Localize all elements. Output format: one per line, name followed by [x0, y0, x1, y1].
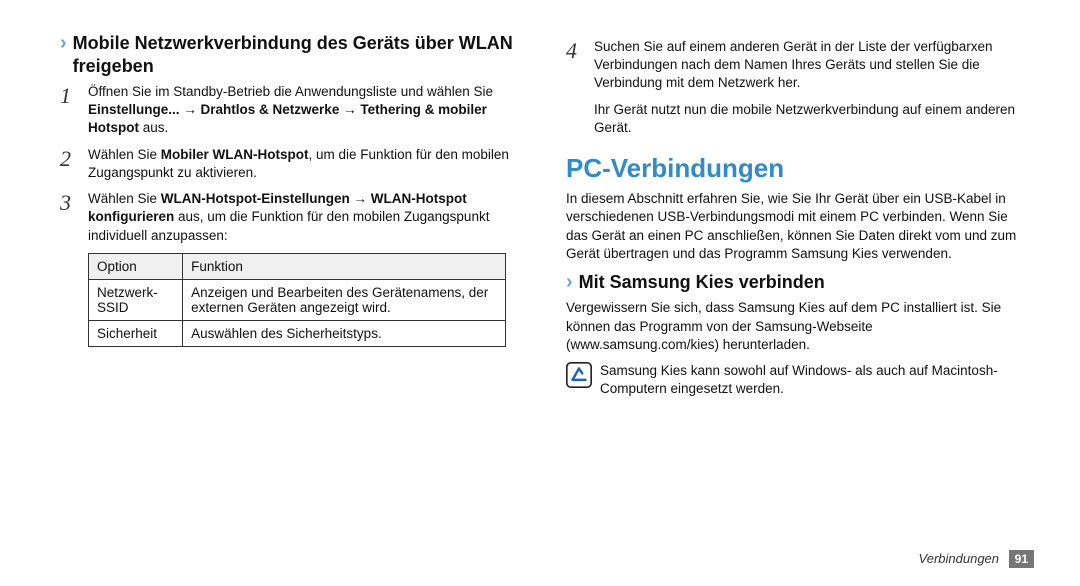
table-row: Sicherheit Auswählen des Sicherheitstyps…	[89, 320, 506, 346]
step-text: Wählen Sie Mobiler WLAN-Hotspot, um die …	[88, 146, 514, 182]
text: Suchen Sie auf einem anderen Gerät in de…	[594, 39, 993, 90]
note-icon	[566, 362, 592, 388]
step-number: 2	[60, 148, 88, 170]
step-1: 1 Öffnen Sie im Standby-Betrieb die Anwe…	[60, 83, 514, 138]
cell-option: Netzwerk-SSID	[89, 279, 183, 320]
table-header-row: Option Funktion	[89, 253, 506, 279]
bold: Einstellunge...	[88, 102, 180, 117]
step-4-followup: Ihr Gerät nutzt nun die mobile Netzwerkv…	[594, 101, 1020, 137]
text: →	[180, 102, 201, 117]
page-number: 91	[1009, 550, 1034, 568]
note-text: Samsung Kies kann sowohl auf Windows- al…	[600, 362, 1020, 398]
step-4: 4 Suchen Sie auf einem anderen Gerät in …	[566, 38, 1020, 93]
page: › Mobile Netzwerkverbindung des Geräts ü…	[0, 0, 1080, 586]
step-text: Öffnen Sie im Standby-Betrieb die Anwend…	[88, 83, 514, 138]
options-table: Option Funktion Netzwerk-SSID Anzeigen u…	[88, 253, 506, 347]
step-number: 3	[60, 192, 88, 214]
chevron-right-icon: ›	[60, 32, 67, 54]
cell-function: Anzeigen und Bearbeiten des Gerätenamens…	[183, 279, 506, 320]
th-function: Funktion	[183, 253, 506, 279]
text: →	[339, 102, 360, 117]
text: Wählen Sie	[88, 191, 161, 206]
subheading-text: Mobile Netzwerkverbindung des Geräts übe…	[73, 32, 514, 77]
cell-function: Auswählen des Sicherheitstyps.	[183, 320, 506, 346]
step-number: 4	[566, 40, 594, 62]
subheading-wlan-share: › Mobile Netzwerkverbindung des Geräts ü…	[60, 32, 514, 77]
steps-list: 1 Öffnen Sie im Standby-Betrieb die Anwe…	[60, 83, 514, 347]
subheading-text: Mit Samsung Kies verbinden	[579, 271, 825, 294]
step-3: 3 Wählen Sie WLAN-Hotspot-Einstellungen …	[60, 190, 514, 245]
left-column: › Mobile Netzwerkverbindung des Geräts ü…	[46, 32, 540, 562]
kies-text: Vergewissern Sie sich, dass Samsung Kies…	[566, 299, 1020, 354]
step-2: 2 Wählen Sie Mobiler WLAN-Hotspot, um di…	[60, 146, 514, 182]
bold: Mobiler WLAN-Hotspot	[161, 147, 309, 162]
footer-section: Verbindungen	[919, 551, 999, 566]
th-option: Option	[89, 253, 183, 279]
bold: Drahtlos & Netzwerke	[201, 102, 340, 117]
subheading-kies: › Mit Samsung Kies verbinden	[566, 271, 1020, 294]
table-row: Netzwerk-SSID Anzeigen und Bearbeiten de…	[89, 279, 506, 320]
page-footer: Verbindungen 91	[919, 550, 1034, 568]
cell-option: Sicherheit	[89, 320, 183, 346]
bold: WLAN-Hotspot-Einstellungen	[161, 191, 350, 206]
text: Öffnen Sie im Standby-Betrieb die Anwend…	[88, 84, 493, 99]
text: →	[350, 191, 371, 206]
pc-intro: In diesem Abschnitt erfahren Sie, wie Si…	[566, 190, 1020, 263]
chevron-right-icon: ›	[566, 271, 573, 293]
heading-pc-connections: PC-Verbindungen	[566, 153, 1020, 184]
text: Wählen Sie	[88, 147, 161, 162]
right-column: 4 Suchen Sie auf einem anderen Gerät in …	[540, 32, 1034, 562]
step-number: 1	[60, 85, 88, 107]
text: aus.	[139, 120, 168, 135]
note: Samsung Kies kann sowohl auf Windows- al…	[566, 362, 1020, 398]
step-text: Wählen Sie WLAN-Hotspot-Einstellungen → …	[88, 190, 514, 245]
step-text: Suchen Sie auf einem anderen Gerät in de…	[594, 38, 1020, 93]
